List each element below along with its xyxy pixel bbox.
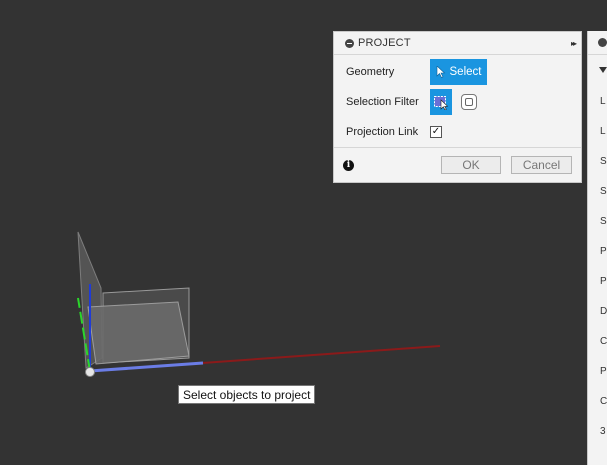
browser-side-panel: L L S S S P P D C P C 3	[587, 31, 607, 465]
filter-bodies-button[interactable]	[461, 94, 477, 110]
side-collapse-icon[interactable]	[598, 38, 607, 47]
side-panel-item[interactable]: S	[600, 186, 607, 197]
collapse-icon[interactable]	[345, 38, 354, 48]
expand-icon[interactable]: ▸▸	[571, 39, 577, 48]
selection-filter-row: Selection Filter	[346, 89, 477, 115]
selection-filter-label: Selection Filter	[346, 96, 419, 108]
cursor-arrow-icon	[436, 66, 445, 78]
checkmark-icon: ✓	[431, 126, 441, 137]
filter-faces-button[interactable]	[430, 89, 452, 115]
side-panel-item[interactable]: S	[600, 216, 607, 227]
side-panel-item[interactable]: L	[600, 96, 606, 107]
project-dialog: PROJECT ▸▸ Geometry Select Selection Fil…	[333, 31, 582, 183]
side-panel-item[interactable]: C	[600, 336, 607, 347]
projection-link-label: Projection Link	[346, 126, 419, 138]
select-objects-tooltip: Select objects to project	[178, 385, 316, 404]
side-panel-item[interactable]: D	[600, 306, 607, 317]
expand-triangle-icon[interactable]	[599, 67, 607, 73]
origin-point[interactable]	[85, 367, 95, 377]
dialog-title: PROJECT	[358, 37, 411, 49]
side-panel-item[interactable]: S	[600, 156, 607, 167]
ok-button[interactable]: OK	[441, 156, 501, 174]
side-panel-item[interactable]: C	[600, 396, 607, 407]
dialog-divider	[334, 147, 581, 148]
select-face-filter-icon	[434, 96, 449, 110]
cancel-button[interactable]: Cancel	[511, 156, 572, 174]
side-panel-item[interactable]: P	[600, 366, 607, 377]
dialog-header: PROJECT ▸▸	[334, 32, 581, 55]
geometry-label: Geometry	[346, 66, 395, 78]
body-front-face[interactable]	[87, 301, 190, 365]
side-panel-item[interactable]: P	[600, 276, 607, 287]
side-panel-item[interactable]: L	[600, 126, 606, 137]
info-icon[interactable]: i	[343, 160, 354, 171]
side-panel-item[interactable]: P	[600, 246, 607, 257]
side-panel-header	[588, 31, 607, 55]
geometry-row: Geometry Select	[346, 59, 487, 85]
x-axis-highlight	[89, 361, 204, 373]
projection-link-checkbox[interactable]: ✓	[430, 126, 442, 138]
select-geometry-button[interactable]: Select	[430, 59, 487, 85]
side-panel-item[interactable]: 3	[600, 426, 606, 437]
projection-link-row: Projection Link ✓	[346, 122, 442, 142]
body-filter-icon	[465, 98, 473, 106]
select-button-label: Select	[449, 66, 482, 78]
